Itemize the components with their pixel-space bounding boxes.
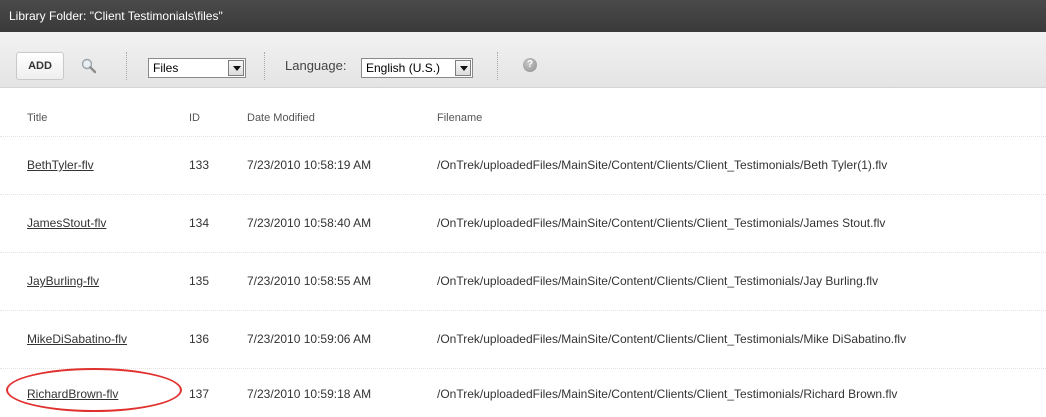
add-button[interactable]: ADD [16,52,64,80]
row-id: 134 [189,216,210,230]
row-filename: /OnTrek/uploadedFiles/MainSite/Content/C… [437,332,907,346]
window-title: Library Folder: "Client Testimonials\fil… [0,0,1046,32]
row-date: 7/23/2010 10:58:40 AM [247,216,372,230]
row-title-link[interactable]: RichardBrown-flv [27,387,118,401]
toolbar-separator [497,52,498,80]
type-select-value: Files [153,61,179,75]
row-divider [0,136,1046,137]
column-header-date[interactable]: Date Modified [247,112,315,124]
row-filename: /OnTrek/uploadedFiles/MainSite/Content/C… [437,387,898,401]
help-icon[interactable]: ? [523,58,537,72]
row-title-link[interactable]: JamesStout-flv [27,216,106,230]
row-id: 135 [189,274,210,288]
row-date: 7/23/2010 10:58:55 AM [247,274,372,288]
row-divider [0,310,1046,311]
language-label: Language: [285,58,347,73]
row-title-link[interactable]: JayBurling-flv [27,274,99,288]
type-select[interactable]: Files [148,58,246,78]
column-header-title[interactable]: Title [27,112,47,124]
row-date: 7/23/2010 10:59:06 AM [247,332,372,346]
row-filename: /OnTrek/uploadedFiles/MainSite/Content/C… [437,274,879,288]
toolbar: ADD Files Language: English (U.S.) ? [0,32,1046,88]
row-id: 133 [189,158,210,172]
table-header: Title ID Date Modified Filename [0,88,1046,136]
dropdown-arrow-icon[interactable] [228,60,244,76]
toolbar-separator [264,52,265,80]
language-select-value: English (U.S.) [366,61,441,75]
toolbar-separator [126,52,127,80]
row-divider [0,368,1046,369]
row-divider [0,194,1046,195]
column-header-filename[interactable]: Filename [437,112,482,124]
row-filename: /OnTrek/uploadedFiles/MainSite/Content/C… [437,216,886,230]
dropdown-arrow-icon[interactable] [455,60,471,76]
row-title-link[interactable]: MikeDiSabatino-flv [27,332,127,346]
row-date: 7/23/2010 10:59:18 AM [247,387,372,401]
row-id: 137 [189,387,210,401]
row-date: 7/23/2010 10:58:19 AM [247,158,372,172]
row-id: 136 [189,332,210,346]
language-select[interactable]: English (U.S.) [361,58,473,78]
row-filename: /OnTrek/uploadedFiles/MainSite/Content/C… [437,158,888,172]
row-divider [0,252,1046,253]
column-header-id[interactable]: ID [189,112,200,124]
row-title-link[interactable]: BethTyler-flv [27,158,94,172]
search-icon[interactable] [80,57,98,75]
